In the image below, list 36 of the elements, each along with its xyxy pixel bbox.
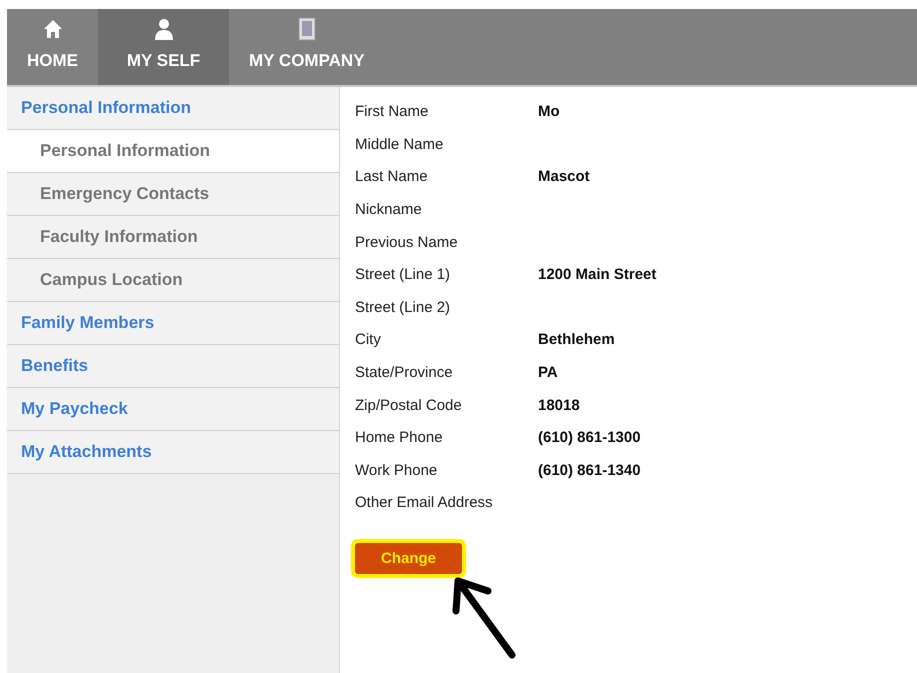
field-value: PA (538, 364, 558, 384)
sidebar-item[interactable]: My Paycheck (7, 388, 339, 432)
sidebar-item[interactable]: Personal Information (7, 87, 339, 130)
sidebar-subitem[interactable]: Personal Information (7, 130, 339, 174)
sidebar-item[interactable]: My Attachments (7, 431, 339, 474)
nav-tab[interactable]: HOME (7, 9, 98, 86)
field-label: First Name (355, 103, 430, 122)
field-value: 18018 (538, 396, 580, 416)
field-value: Mo (538, 103, 560, 122)
field-value: (610) 861-1300 (538, 429, 641, 448)
sidebar-subitem[interactable]: Emergency Contacts (7, 173, 339, 216)
field-value: 1200 Main Street (538, 266, 656, 286)
building-icon (296, 17, 318, 42)
sidebar-subitem[interactable]: Campus Location (7, 259, 339, 302)
field-label: State/Province (355, 364, 454, 384)
field-label: City (355, 331, 382, 350)
field-value: (610) 861-1340 (538, 462, 641, 481)
field-label: Last Name (355, 168, 429, 188)
field-value: Mascot (538, 168, 590, 188)
field-value: Bethlehem (538, 331, 615, 350)
sidebar-subitem[interactable]: Faculty Information (7, 216, 339, 260)
field-label: Other Email Address (355, 494, 494, 514)
field-label: Nickname (355, 201, 423, 220)
field-label: Zip/Postal Code (355, 396, 463, 416)
nav-tab[interactable]: MY COMPANY (229, 9, 385, 86)
sidebar-item[interactable]: Family Members (7, 302, 339, 346)
person-icon (152, 17, 174, 42)
change-button[interactable]: Change (355, 543, 462, 574)
nav-tab[interactable]: MY SELF (98, 9, 229, 86)
field-label: Work Phone (355, 462, 438, 481)
sidebar-item[interactable]: Benefits (7, 345, 339, 388)
field-label: Street (Line 2) (355, 298, 452, 318)
field-label: Home Phone (355, 429, 444, 448)
field-label: Previous Name (355, 234, 459, 253)
field-label: Street (Line 1) (355, 266, 452, 286)
field-label: Middle Name (355, 136, 444, 155)
